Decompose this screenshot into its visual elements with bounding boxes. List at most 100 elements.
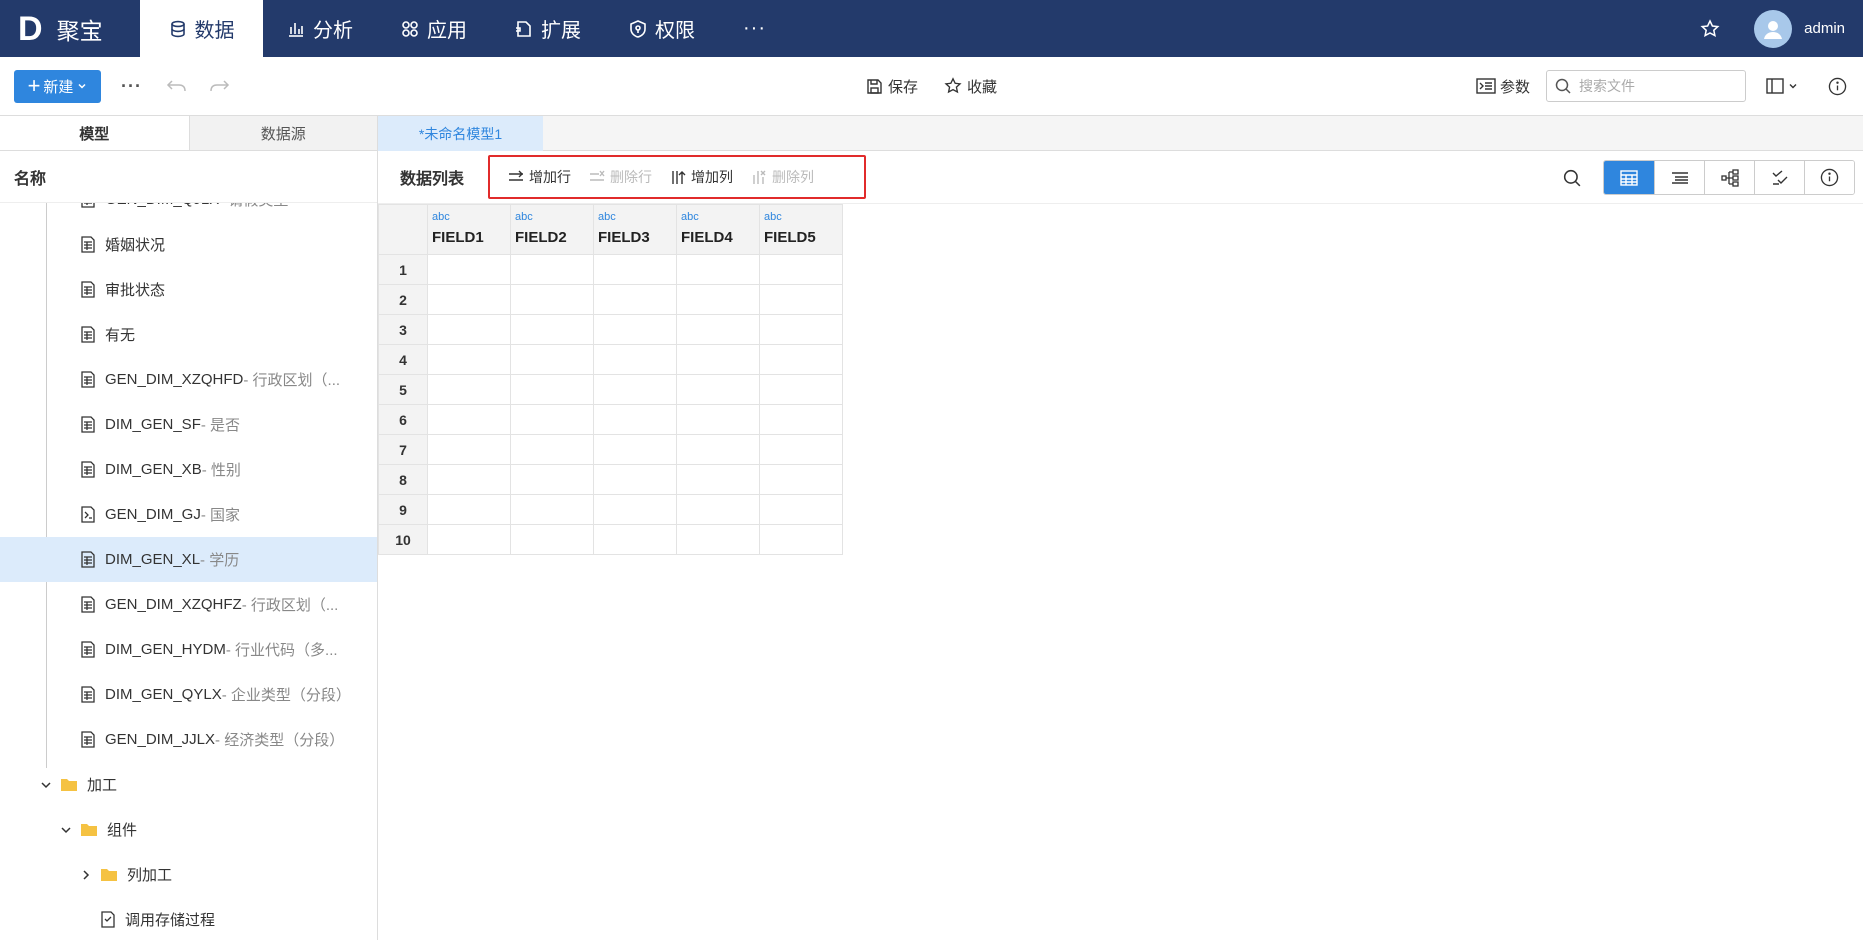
grid-cell[interactable]	[510, 404, 594, 435]
row-number[interactable]: 2	[378, 284, 428, 315]
row-number[interactable]: 9	[378, 494, 428, 525]
grid-cell[interactable]	[759, 374, 843, 405]
grid-cell[interactable]	[593, 374, 677, 405]
grid-cell[interactable]	[759, 494, 843, 525]
column-header[interactable]: abc FIELD5	[759, 204, 843, 255]
grid-cell[interactable]	[593, 404, 677, 435]
add-column-button[interactable]: 增加列	[670, 167, 733, 187]
tree-item[interactable]: GEN_DIM_QJLX - 请假类型	[0, 203, 377, 222]
grid-cell[interactable]	[759, 344, 843, 375]
tree-item[interactable]: DIM_GEN_XB - 性别	[0, 447, 377, 492]
list-view-button[interactable]	[1654, 161, 1704, 194]
grid-cell[interactable]	[510, 254, 594, 285]
grid-cell[interactable]	[510, 434, 594, 465]
layout-toggle-button[interactable]	[1766, 78, 1798, 94]
tree-folder[interactable]: 列加工	[0, 852, 377, 897]
tree-item[interactable]: DIM_GEN_QYLX - 企业类型（分段）	[0, 672, 377, 717]
tree-item[interactable]: GEN_DIM_GJ - 国家	[0, 492, 377, 537]
tree-item[interactable]: GEN_DIM_JJLX - 经济类型（分段）	[0, 717, 377, 762]
tab-datasource[interactable]: 数据源	[188, 116, 377, 150]
info-icon[interactable]	[1828, 77, 1847, 96]
grid-cell[interactable]	[759, 314, 843, 345]
username[interactable]: admin	[1804, 20, 1845, 37]
grid-cell[interactable]	[676, 524, 760, 555]
undo-icon[interactable]	[166, 78, 188, 94]
avatar[interactable]	[1754, 9, 1793, 48]
column-header[interactable]: abc FIELD4	[676, 204, 760, 255]
tree-item[interactable]: 有无	[0, 312, 377, 357]
grid-cell[interactable]	[427, 494, 511, 525]
grid-cell[interactable]	[510, 524, 594, 555]
grid-cell[interactable]	[427, 404, 511, 435]
grid-cell[interactable]	[593, 344, 677, 375]
grid-cell[interactable]	[676, 374, 760, 405]
tree-folder[interactable]: 组件	[0, 807, 377, 852]
grid-cell[interactable]	[510, 374, 594, 405]
row-number[interactable]: 1	[378, 254, 428, 285]
grid-cell[interactable]	[593, 524, 677, 555]
grid-cell[interactable]	[593, 254, 677, 285]
file-search-box[interactable]	[1546, 70, 1747, 102]
more-options-button[interactable]: ···	[121, 76, 142, 97]
tree-item[interactable]: 婚姻状况	[0, 222, 377, 267]
search-icon[interactable]	[1563, 169, 1581, 187]
chevron-down-icon[interactable]	[40, 779, 52, 791]
grid-cell[interactable]	[759, 434, 843, 465]
chevron-down-icon[interactable]	[60, 824, 72, 836]
grid-cell[interactable]	[427, 254, 511, 285]
grid-cell[interactable]	[676, 314, 760, 345]
nav-item-apps[interactable]: 应用	[377, 0, 491, 57]
grid-cell[interactable]	[427, 374, 511, 405]
grid-cell[interactable]	[676, 404, 760, 435]
tree-item[interactable]: GEN_DIM_XZQHFD - 行政区划（...	[0, 357, 377, 402]
app-logo[interactable]: D 聚宝	[0, 0, 140, 57]
tree-folder[interactable]: 加工	[0, 762, 377, 807]
grid-cell[interactable]	[676, 494, 760, 525]
delete-row-button[interactable]: 删除行	[589, 167, 652, 187]
grid-cell[interactable]	[427, 524, 511, 555]
grid-cell[interactable]	[759, 464, 843, 495]
favorite-button[interactable]: 收藏	[944, 76, 997, 97]
grid-cell[interactable]	[759, 404, 843, 435]
add-row-button[interactable]: 增加行	[508, 167, 571, 187]
grid-cell[interactable]	[427, 464, 511, 495]
grid-cell[interactable]	[510, 494, 594, 525]
row-number[interactable]: 10	[378, 524, 428, 555]
tree-item[interactable]: GEN_DIM_XZQHFZ - 行政区划（...	[0, 582, 377, 627]
nav-more-button[interactable]: ···	[719, 0, 790, 57]
grid-cell[interactable]	[759, 284, 843, 315]
relation-view-button[interactable]	[1704, 161, 1754, 194]
delete-column-button[interactable]: 删除列	[751, 167, 814, 187]
favorite-star-icon[interactable]	[1700, 18, 1720, 39]
grid-cell[interactable]	[510, 314, 594, 345]
chevron-right-icon[interactable]	[80, 869, 92, 881]
redo-icon[interactable]	[208, 78, 230, 94]
grid-cell[interactable]	[510, 284, 594, 315]
grid-cell[interactable]	[676, 254, 760, 285]
row-number[interactable]: 6	[378, 404, 428, 435]
tab-model[interactable]: 模型	[0, 116, 189, 150]
column-header[interactable]: abc FIELD1	[427, 204, 511, 255]
grid-cell[interactable]	[593, 494, 677, 525]
tree-item[interactable]: DIM_GEN_SF - 是否	[0, 402, 377, 447]
grid-view-button[interactable]	[1604, 161, 1654, 194]
grid-cell[interactable]	[759, 254, 843, 285]
grid-cell[interactable]	[427, 344, 511, 375]
tree-item[interactable]: DIM_GEN_HYDM - 行业代码（多...	[0, 627, 377, 672]
row-number[interactable]: 4	[378, 344, 428, 375]
grid-cell[interactable]	[593, 284, 677, 315]
nav-item-extension[interactable]: 扩展	[491, 0, 605, 57]
nav-item-data[interactable]: 数据	[140, 0, 263, 57]
grid-cell[interactable]	[676, 434, 760, 465]
row-number[interactable]: 3	[378, 314, 428, 345]
grid-cell[interactable]	[676, 464, 760, 495]
grid-cell[interactable]	[510, 344, 594, 375]
grid-cell[interactable]	[593, 314, 677, 345]
grid-cell[interactable]	[676, 344, 760, 375]
nav-item-analysis[interactable]: 分析	[263, 0, 377, 57]
row-number[interactable]: 8	[378, 464, 428, 495]
new-button[interactable]: + 新建	[14, 69, 101, 103]
grid-cell[interactable]	[427, 314, 511, 345]
tree-item[interactable]: 调用存储过程	[0, 897, 377, 940]
grid-cell[interactable]	[676, 284, 760, 315]
